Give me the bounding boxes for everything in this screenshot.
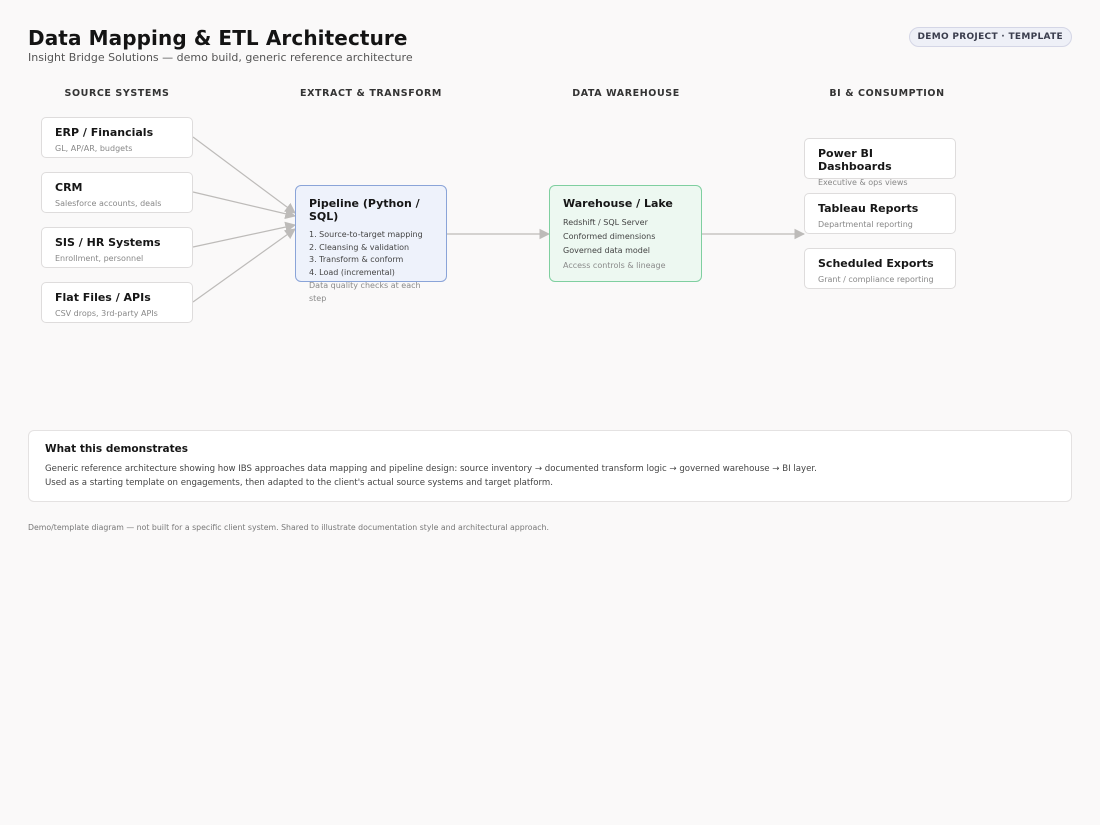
warehouse-item: Redshift / SQL Server bbox=[563, 218, 648, 227]
source-name: Flat Files / APIs bbox=[55, 291, 151, 304]
column-heading-extract: EXTRACT & TRANSFORM bbox=[300, 88, 442, 99]
output-desc: Grant / compliance reporting bbox=[818, 275, 934, 284]
pipeline-step: 3. Transform & conform bbox=[309, 255, 404, 264]
output-card-power-bi: Power BI Dashboards Executive & ops view… bbox=[804, 138, 956, 187]
warehouse-card: Warehouse / Lake Redshift / SQL Server C… bbox=[549, 185, 702, 282]
demonstrates-panel: What this demonstrates Generic reference… bbox=[28, 430, 1072, 502]
column-heading-warehouse: DATA WAREHOUSE bbox=[572, 88, 680, 99]
demonstrates-line-2: Used as a starting template on engagemen… bbox=[45, 478, 554, 488]
source-card-erp: ERP / Financials GL, AP/AR, budgets bbox=[41, 117, 193, 158]
pipeline-step: 1. Source-to-target mapping bbox=[309, 230, 423, 239]
page-title: Data Mapping & ETL Architecture bbox=[28, 26, 408, 50]
output-name: Power BI Dashboards bbox=[818, 147, 892, 173]
pipeline-name: Pipeline (Python / SQL) bbox=[309, 197, 420, 223]
arrow-sis-to-pipeline bbox=[192, 221, 297, 248]
source-desc: GL, AP/AR, budgets bbox=[55, 144, 133, 153]
demonstrates-line-1: Generic reference architecture showing h… bbox=[45, 464, 817, 474]
arrow-crm-to-pipeline bbox=[192, 191, 297, 220]
output-name: Scheduled Exports bbox=[818, 257, 934, 270]
warehouse-note: Access controls & lineage bbox=[563, 261, 666, 270]
pipeline-card: Pipeline (Python / SQL) 1. Source-to-tar… bbox=[295, 185, 447, 303]
page-subtitle: Insight Bridge Solutions — demo build, g… bbox=[28, 51, 413, 64]
output-desc: Departmental reporting bbox=[818, 220, 913, 229]
arrow-files-to-pipeline bbox=[192, 228, 296, 303]
warehouse-item: Governed data model bbox=[563, 246, 650, 255]
column-heading-bi: BI & CONSUMPTION bbox=[829, 88, 945, 99]
source-desc: Enrollment, personnel bbox=[55, 254, 144, 263]
output-card-exports: Scheduled Exports Grant / compliance rep… bbox=[804, 248, 956, 289]
output-card-tableau: Tableau Reports Departmental reporting bbox=[804, 193, 956, 234]
output-desc: Executive & ops views bbox=[818, 178, 908, 187]
demonstrates-heading: What this demonstrates bbox=[45, 443, 189, 455]
output-name: Tableau Reports bbox=[818, 202, 919, 215]
source-card-flat-files: Flat Files / APIs CSV drops, 3rd-party A… bbox=[41, 282, 193, 323]
source-name: CRM bbox=[55, 181, 83, 194]
source-card-crm: CRM Salesforce accounts, deals bbox=[41, 172, 193, 213]
source-desc: CSV drops, 3rd-party APIs bbox=[55, 309, 158, 318]
pipeline-step: 4. Load (incremental) bbox=[309, 267, 395, 277]
warehouse-item: Conformed dimensions bbox=[563, 232, 656, 241]
source-name: ERP / Financials bbox=[55, 126, 154, 139]
source-card-sis-hr: SIS / HR Systems Enrollment, personnel bbox=[41, 227, 193, 268]
pipeline-step: 2. Cleansing & validation bbox=[309, 242, 410, 252]
status-badge: DEMO PROJECT · TEMPLATE bbox=[908, 27, 1072, 47]
source-desc: Salesforce accounts, deals bbox=[55, 199, 162, 208]
arrow-erp-to-pipeline bbox=[192, 136, 296, 214]
pipeline-note: Data quality checks at each step bbox=[309, 281, 421, 303]
column-heading-sources: SOURCE SYSTEMS bbox=[64, 88, 170, 99]
footer-note: Demo/template diagram — not built for a … bbox=[28, 523, 549, 532]
source-name: SIS / HR Systems bbox=[55, 236, 161, 249]
warehouse-name: Warehouse / Lake bbox=[563, 197, 673, 210]
